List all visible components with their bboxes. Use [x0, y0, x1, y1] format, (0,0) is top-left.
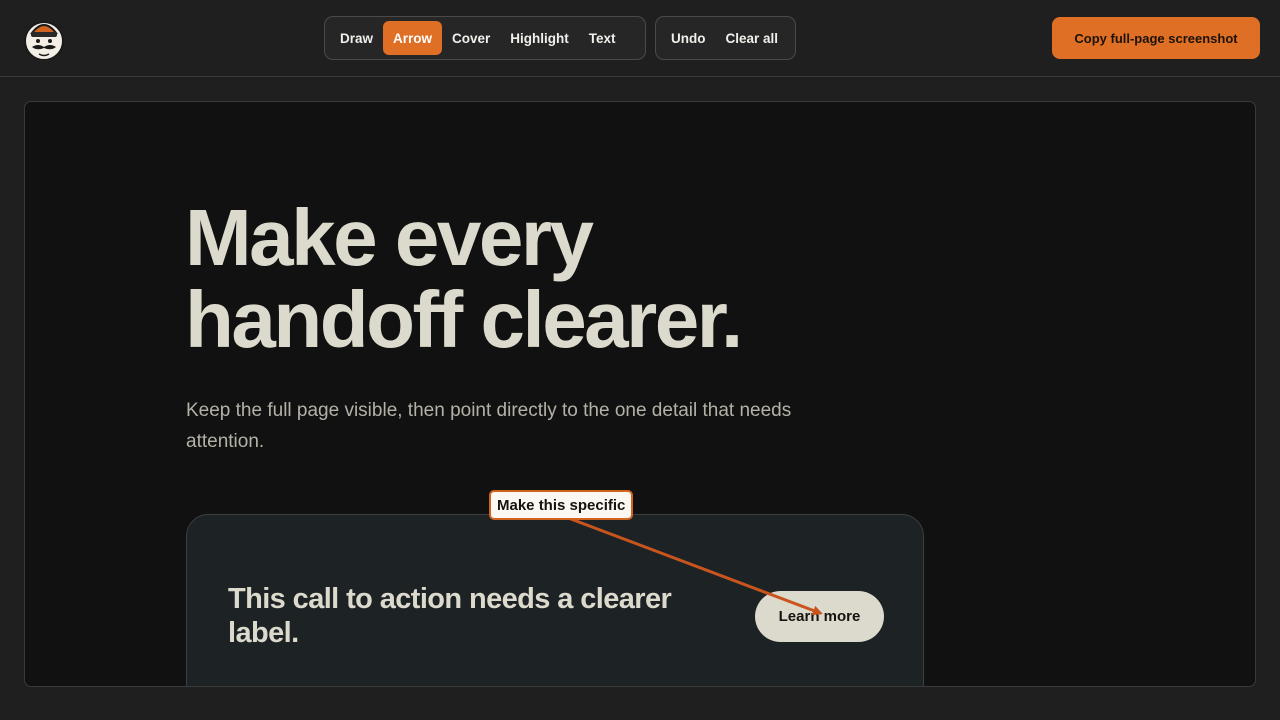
page-subtitle: Keep the full page visible, then point d… — [186, 400, 792, 452]
annotation-note[interactable]: Make this specific — [489, 490, 634, 520]
top-toolbar: Draw Arrow Cover Highlight Text Undo Cle… — [0, 0, 1280, 77]
text-tool-button[interactable]: Text — [579, 21, 626, 55]
highlight-tool-button[interactable]: Highlight — [500, 21, 578, 55]
headline-line-2: handoff clearer. — [185, 275, 743, 364]
history-button-group: Undo Clear all — [655, 16, 796, 60]
copy-screenshot-button[interactable]: Copy full-page screenshot — [1052, 17, 1260, 59]
clear-all-button[interactable]: Clear all — [716, 21, 789, 55]
cta-card: This call to action needs a clearer labe… — [186, 514, 924, 686]
page-headline: Make every handoff clearer. — [185, 197, 885, 361]
annotation-tool-group: Draw Arrow Cover Highlight Text — [324, 16, 646, 60]
cta-card-title: This call to action needs a clearer labe… — [228, 583, 672, 649]
arrow-tool-button[interactable]: Arrow — [383, 21, 443, 55]
cover-tool-button[interactable]: Cover — [442, 21, 500, 55]
learn-more-button[interactable]: Learn more — [755, 591, 884, 642]
mustache-chef-mascot-icon[interactable] — [23, 16, 65, 61]
screenshot-canvas[interactable]: Make every handoff clearer. Keep the ful… — [24, 101, 1256, 687]
headline-line-1: Make every — [185, 193, 594, 282]
draw-tool-button[interactable]: Draw — [330, 21, 383, 55]
undo-button[interactable]: Undo — [661, 21, 716, 55]
